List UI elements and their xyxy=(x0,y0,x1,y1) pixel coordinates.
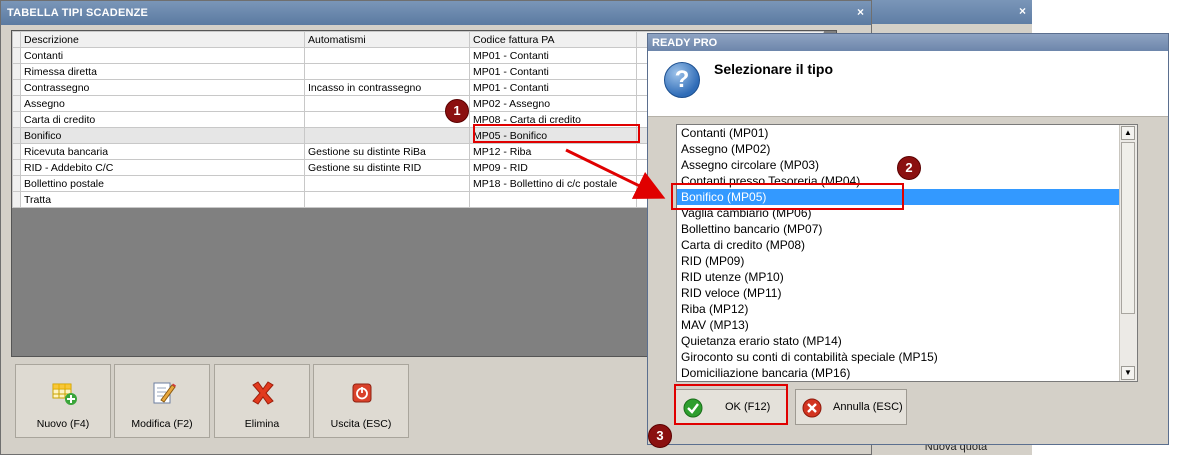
step-badge-3: 3 xyxy=(648,424,672,448)
annotation-arrow xyxy=(565,148,666,199)
step-badge-1: 1 xyxy=(445,99,469,123)
step-badge-2: 2 xyxy=(897,156,921,180)
